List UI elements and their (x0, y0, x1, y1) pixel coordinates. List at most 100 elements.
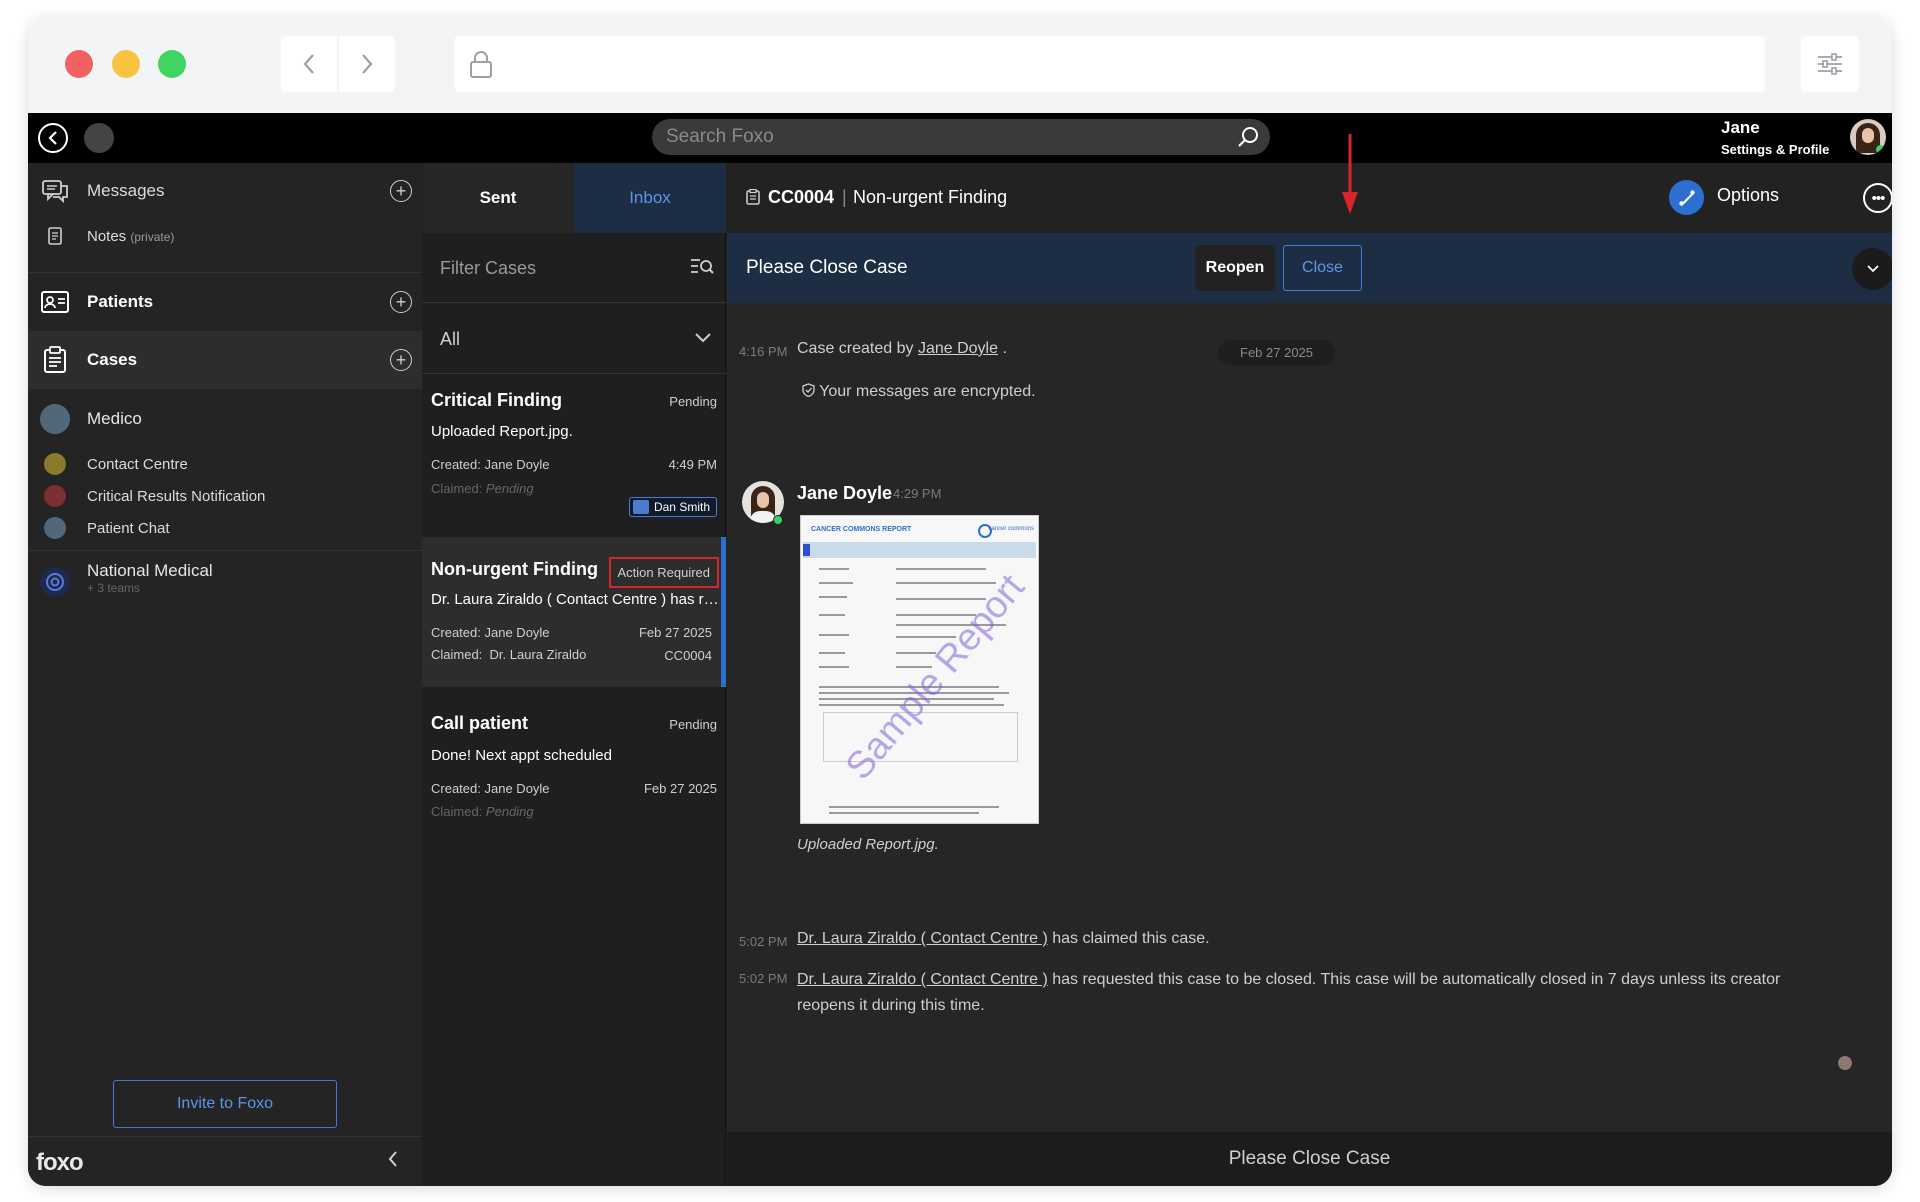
shield-check-icon (802, 383, 815, 398)
add-case-button[interactable]: + (390, 349, 412, 371)
sidebar-item-patients[interactable]: Patients + (28, 273, 422, 331)
add-patient-button[interactable]: + (390, 291, 412, 313)
case-id: CC0004 (664, 648, 712, 663)
options-label[interactable]: Options (1717, 185, 1779, 206)
report-logo-text: cancer commons (988, 526, 1034, 532)
browser-settings-button[interactable] (1801, 36, 1859, 92)
dropdown-value: All (440, 329, 461, 349)
call-button[interactable] (1669, 180, 1704, 215)
sidebar-item-messages[interactable]: Messages + (28, 163, 422, 219)
browser-forward-button[interactable] (339, 36, 395, 92)
case-detail-panel: CC0004 | Non-urgent Finding Options ••• … (727, 163, 1892, 1186)
sidebar-item-notes[interactable]: Notes (private) (28, 219, 422, 253)
case-card[interactable]: Critical Finding Pending Uploaded Report… (422, 375, 726, 525)
case-card[interactable]: Call patient Pending Done! Next appt sch… (422, 699, 726, 839)
sidebar-item-label: Patient Chat (87, 519, 170, 537)
at-sign-icon (40, 567, 70, 597)
add-message-button[interactable]: + (390, 180, 412, 202)
user-link[interactable]: Dr. Laura Ziraldo ( Contact Centre ) (797, 930, 1048, 947)
search-bar[interactable] (652, 119, 1270, 155)
foxo-app: Jane Settings & Profile Messages + Notes… (28, 113, 1892, 1186)
banner-text: Please Close Case (746, 257, 908, 278)
user-link[interactable]: Dr. Laura Ziraldo ( Contact Centre ) (797, 971, 1048, 988)
title-separator: | (842, 187, 847, 207)
event-timestamp: 5:02 PM (739, 934, 788, 949)
search-icon[interactable] (1236, 125, 1260, 149)
sidebar-team-patient-chat[interactable]: Patient Chat (28, 512, 422, 544)
invite-to-foxo-button[interactable]: Invite to Foxo (113, 1080, 337, 1128)
case-status-dropdown[interactable]: All (422, 304, 726, 374)
collapse-sidebar-button[interactable] (388, 1150, 398, 1173)
annotation-arrow-icon (1342, 134, 1358, 214)
back-button[interactable] (38, 123, 68, 153)
user-name: Jane (1721, 118, 1760, 137)
filter-search-icon[interactable] (690, 257, 714, 277)
sidebar-item-label: Contact Centre (87, 455, 188, 473)
sidebar-item-label: Patients (87, 292, 154, 311)
case-status: Pending (669, 394, 717, 409)
chevron-down-icon (1867, 265, 1879, 273)
more-options-icon[interactable]: ••• (1863, 183, 1892, 213)
tab-sent[interactable]: Sent (422, 163, 574, 233)
close-window-button[interactable] (65, 50, 93, 78)
assignee-badge[interactable]: Dan Smith (628, 497, 717, 517)
report-header: CANCER COMMONS REPORT (811, 526, 912, 533)
reopen-button[interactable]: Reopen (1195, 245, 1275, 291)
message-sender: Jane Doyle (797, 483, 893, 503)
date-separator: Feb 27 2025 (1218, 340, 1336, 365)
messages-icon (40, 176, 70, 206)
settings-profile-link[interactable]: Settings & Profile (1721, 142, 1829, 157)
warning-icon (44, 485, 66, 507)
system-message: Dr. Laura Ziraldo ( Contact Centre ) has… (797, 930, 1210, 947)
filter-cases-input[interactable] (422, 233, 672, 303)
sidebar-team-contact-centre[interactable]: Contact Centre (28, 448, 422, 480)
sidebar-org-medico[interactable]: Medico (28, 391, 422, 447)
system-message: Case created by Jane Doyle . (797, 340, 1007, 357)
expand-banner-button[interactable] (1852, 248, 1892, 290)
online-indicator (773, 515, 783, 525)
phone-icon (1678, 189, 1695, 206)
attachment-caption: Uploaded Report.jpg. (797, 836, 939, 853)
sidebar-org-national-medical[interactable]: National Medical + 3 teams (28, 555, 422, 609)
sliders-icon (1818, 53, 1842, 75)
system-message: Dr. Laura Ziraldo ( Contact Centre ) has… (797, 971, 1781, 1014)
lock-icon (470, 51, 492, 78)
case-created: Created: Jane Doyle (431, 457, 550, 472)
patient-chat-team-icon (44, 517, 66, 539)
address-bar[interactable] (454, 36, 1765, 92)
user-menu[interactable]: Jane Settings & Profile (1721, 118, 1829, 157)
tab-inbox[interactable]: Inbox (574, 163, 726, 233)
case-card-selected[interactable]: Non-urgent Finding Action Required Dr. L… (422, 537, 726, 687)
report-image-attachment[interactable]: CANCER COMMONS REPORT cancer commons Sam… (800, 515, 1039, 824)
maximize-window-button[interactable] (158, 50, 186, 78)
top-bar: Jane Settings & Profile (28, 113, 1892, 163)
case-header: CC0004 | Non-urgent Finding Options ••• (727, 163, 1892, 233)
action-required-badge: Action Required (608, 557, 719, 588)
please-close-case-footer: Please Close Case (727, 1132, 1892, 1186)
close-request-banner: Please Close Case Reopen Close (727, 233, 1892, 303)
case-claimed: Claimed: Pending (431, 804, 534, 819)
user-link[interactable]: Jane Doyle (918, 340, 998, 357)
case-title: Non-urgent Finding (853, 187, 1008, 207)
sidebar-item-label: Notes (private) (87, 227, 175, 245)
divider (28, 550, 422, 551)
sidebar-team-critical-results[interactable]: Critical Results Notification (28, 480, 422, 512)
online-indicator (1876, 145, 1885, 154)
avatar[interactable] (1850, 119, 1886, 155)
browser-back-button[interactable] (281, 36, 337, 92)
case-time: 4:49 PM (668, 457, 717, 472)
chevron-left-icon (48, 131, 57, 145)
event-timestamp: 4:16 PM (739, 344, 788, 359)
sidebar-footer: foxo (28, 1136, 422, 1186)
contact-card-icon (632, 500, 649, 514)
close-case-button[interactable]: Close (1283, 245, 1362, 291)
sidebar-item-label: Cases (87, 350, 138, 369)
sidebar-item-label: Messages (87, 181, 165, 200)
sidebar-item-label: Medico (87, 409, 142, 428)
case-title: Critical Finding (431, 390, 563, 410)
search-input[interactable] (652, 119, 1270, 155)
sidebar-item-cases[interactable]: Cases + (28, 331, 422, 389)
sidebar: Messages + Notes (private) Patients + Ca… (28, 163, 422, 1186)
minimize-window-button[interactable] (112, 50, 140, 78)
contact-centre-team-icon (44, 453, 66, 475)
